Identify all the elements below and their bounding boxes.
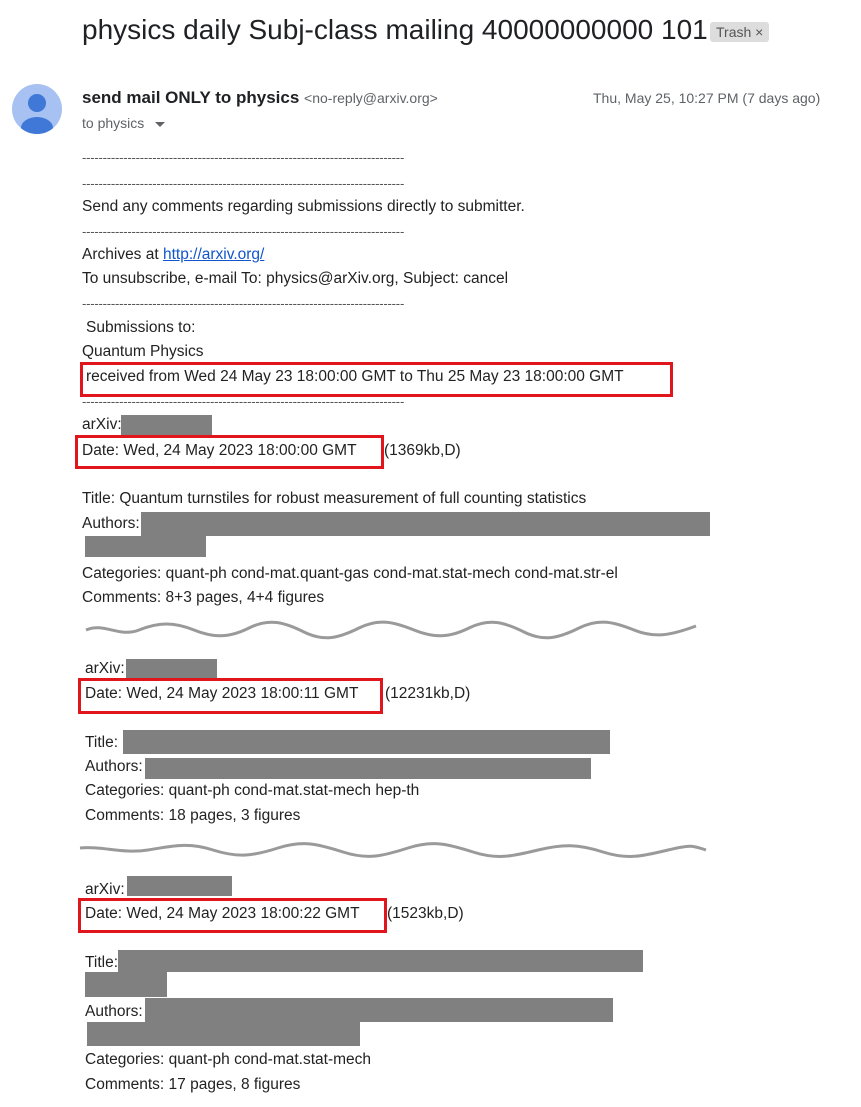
message-date[interactable]: Thu, May 25, 10:27 PM (7 days ago) xyxy=(593,90,820,106)
trash-label-chip[interactable]: Trash × xyxy=(710,22,770,42)
entry-3-authors: Authors: xyxy=(85,1003,143,1020)
archives-line: Archives at http://arxiv.org/ xyxy=(82,246,264,264)
divider: ----------------------------------------… xyxy=(82,176,405,191)
person-icon xyxy=(21,94,53,134)
redaction-block xyxy=(87,1022,360,1046)
comments-notice: Send any comments regarding submissions … xyxy=(82,198,525,215)
torn-divider-squiggle xyxy=(85,620,697,640)
entry-1-comments: Comments: 8+3 pages, 4+4 figures xyxy=(82,589,325,606)
recipients-toggle[interactable]: to physics xyxy=(82,115,166,131)
entry-2-arxiv: arXiv: xyxy=(85,660,125,677)
recipients-text: to physics xyxy=(82,115,145,131)
category-name: Quantum Physics xyxy=(82,343,204,360)
email-subject: physics daily Subj-class mailing 4000000… xyxy=(82,14,708,45)
received-range-highlight xyxy=(80,362,673,397)
redaction-block xyxy=(145,998,613,1022)
entry-1-title: Title: Quantum turnstiles for robust mea… xyxy=(82,490,587,507)
entry-2-title: Title: xyxy=(85,734,119,751)
redaction-block xyxy=(145,758,591,779)
redaction-block xyxy=(121,415,212,436)
redaction-block xyxy=(127,876,232,896)
archives-label: Archives at xyxy=(82,246,163,263)
torn-divider-squiggle xyxy=(79,842,707,858)
entry-2-date-highlight xyxy=(78,678,383,714)
entry-1-authors: Authors: xyxy=(82,515,140,532)
archives-link[interactable]: http://arxiv.org/ xyxy=(163,246,264,263)
remove-label-icon[interactable]: × xyxy=(755,24,763,40)
redaction-block xyxy=(123,730,610,754)
entry-2-authors: Authors: xyxy=(85,758,143,775)
redaction-block xyxy=(126,659,217,678)
chevron-down-icon xyxy=(155,122,166,128)
entry-3-date-highlight xyxy=(78,898,387,933)
divider: ----------------------------------------… xyxy=(82,296,405,311)
entry-1-arxiv: arXiv: xyxy=(82,416,122,433)
redaction-block xyxy=(85,972,167,997)
entry-1-categories: Categories: quant-ph cond-mat.quant-gas … xyxy=(82,565,618,582)
sender-avatar[interactable] xyxy=(12,84,62,134)
divider: ----------------------------------------… xyxy=(82,150,405,165)
sender-line: send mail ONLY to physics <no-reply@arxi… xyxy=(82,88,438,108)
redaction-block xyxy=(141,512,710,536)
entry-3-categories: Categories: quant-ph cond-mat.stat-mech xyxy=(85,1051,372,1068)
trash-label-text: Trash xyxy=(716,24,752,40)
sender-name[interactable]: send mail ONLY to physics xyxy=(82,88,299,107)
redaction-block xyxy=(118,950,643,972)
entry-2-comments: Comments: 18 pages, 3 figures xyxy=(85,807,301,824)
entry-3-arxiv: arXiv: xyxy=(85,881,125,898)
entry-2-size: (12231kb,D) xyxy=(385,685,471,702)
divider: ----------------------------------------… xyxy=(82,224,405,239)
entry-1-size: (1369kb,D) xyxy=(384,442,461,459)
entry-3-title: Title: xyxy=(85,954,119,971)
submissions-to: Submissions to: xyxy=(86,319,196,336)
entry-2-categories: Categories: quant-ph cond-mat.stat-mech … xyxy=(85,782,420,799)
divider: ----------------------------------------… xyxy=(82,394,405,409)
entry-1-date-highlight xyxy=(75,435,384,469)
redaction-block xyxy=(85,536,206,557)
entry-3-size: (1523kb,D) xyxy=(387,905,464,922)
sender-email: <no-reply@arxiv.org> xyxy=(304,90,438,106)
unsubscribe-line: To unsubscribe, e-mail To: physics@arXiv… xyxy=(82,270,509,287)
entry-3-comments: Comments: 17 pages, 8 figures xyxy=(85,1076,301,1093)
